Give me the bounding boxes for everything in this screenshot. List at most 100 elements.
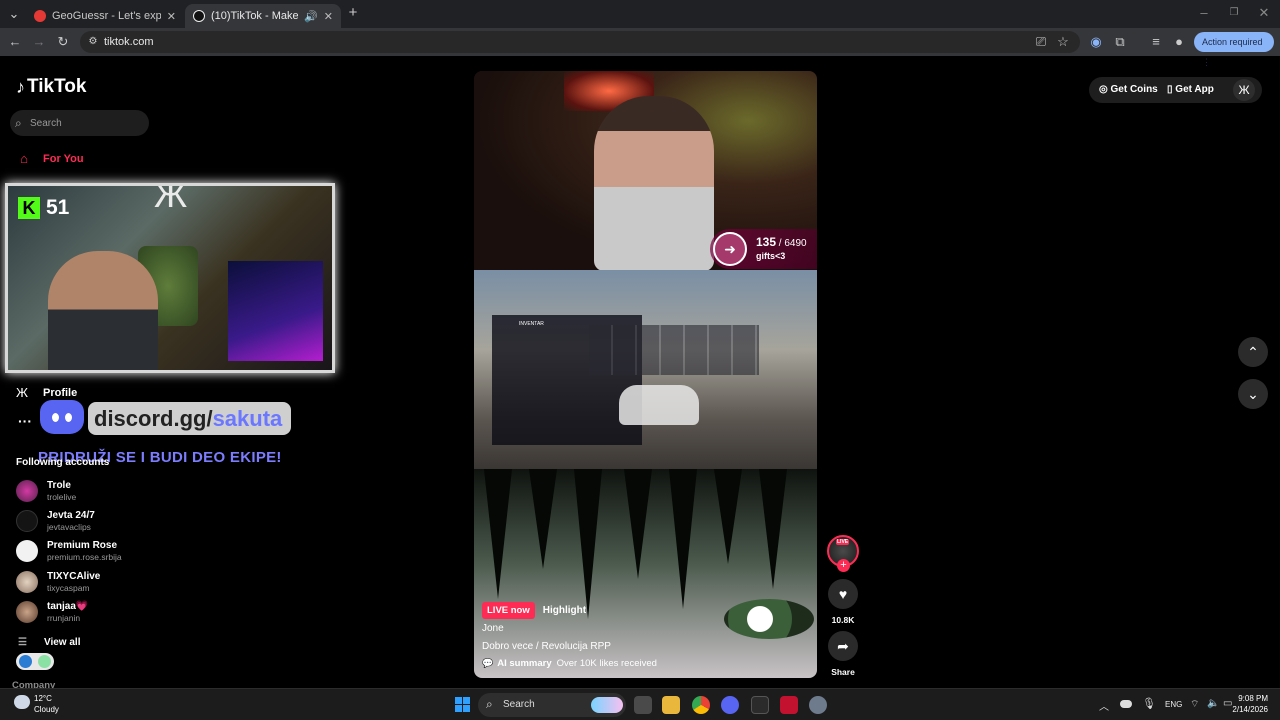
following-account[interactable]: TIXYCAlive tixycaspam <box>16 571 100 593</box>
discord-icon <box>40 400 84 434</box>
discord-app-icon[interactable] <box>721 696 739 714</box>
map-pin-icon <box>34 10 46 22</box>
weather-temperature[interactable]: 12°C <box>34 694 52 703</box>
video-game-panel: INVENTAR <box>474 270 817 469</box>
gift-total: / 6490 <box>776 238 807 249</box>
tab-tiktok[interactable]: (10)TikTok - Make Your Day 🔊 ✕ <box>185 4 341 28</box>
nav-for-you[interactable]: ⌂ For You <box>16 151 83 166</box>
avatar <box>16 540 38 562</box>
minimize-button[interactable]: – <box>1196 5 1212 21</box>
address-bar[interactable]: ⚙ tiktok.com <box>80 31 1080 53</box>
taskbar-search[interactable]: ⌕ Search <box>478 693 626 717</box>
profile-icon[interactable]: Ж <box>16 385 28 400</box>
chrome-icon[interactable] <box>692 696 710 714</box>
anime-hair-strand <box>624 469 652 579</box>
tiktok-icon <box>193 10 205 22</box>
tab-search-icon[interactable]: ⌄ <box>6 6 22 22</box>
gift-goal-count: 135 / 6490 <box>756 235 807 249</box>
follow-button[interactable]: + <box>837 559 850 572</box>
volume-icon[interactable]: 🔈 <box>1207 698 1219 709</box>
onedrive-icon[interactable] <box>1120 700 1132 708</box>
kick-viewer-count: 51 <box>46 196 70 219</box>
settings-gear-icon[interactable] <box>809 696 827 714</box>
video-author[interactable]: Jone <box>482 623 504 634</box>
input-language[interactable]: ENG <box>1165 700 1182 709</box>
tab-title: (10)TikTok - Make Your Day <box>211 10 299 22</box>
discord-link-banner: discord.gg/sakuta <box>88 402 291 435</box>
game-inventory-label: INVENTAR <box>519 321 544 327</box>
tab-geoguessr[interactable]: GeoGuessr - Let's explore the w ✕ <box>26 4 184 28</box>
close-icon[interactable]: ✕ <box>167 10 176 23</box>
app-icon[interactable] <box>751 696 769 714</box>
chevron-down-icon: ⌄ <box>1247 386 1259 402</box>
network-icon[interactable]: ⌔ <box>1190 698 1199 711</box>
live-video-player[interactable]: ➜ 135 / 6490 gifts<3 INVENTAR LIVE now H… <box>474 71 817 678</box>
highlight-label[interactable]: Highlight <box>543 605 586 616</box>
clock-date[interactable]: 2/14/2026 <box>1226 705 1268 714</box>
adobe-icon[interactable] <box>780 696 798 714</box>
tray-chevron-up-icon[interactable]: ︿ <box>1099 698 1109 713</box>
following-account[interactable]: Jevta 24/7 jevtavaclips <box>16 510 95 532</box>
gift-current: 135 <box>756 235 777 249</box>
close-icon[interactable]: ✕ <box>324 10 333 23</box>
following-account[interactable]: Trole trolelive <box>16 480 76 502</box>
chevron-up-icon: ⌃ <box>1247 344 1259 360</box>
search-box[interactable]: ⌕ <box>10 110 149 136</box>
following-account[interactable]: tanjaa💗 rrunjanin <box>16 601 88 623</box>
back-button[interactable]: ← <box>7 34 23 50</box>
account-name: tanjaa💗 <box>47 601 89 612</box>
file-explorer-icon[interactable] <box>662 696 680 714</box>
reload-button[interactable]: ↻ <box>55 34 71 50</box>
live-now-badge[interactable]: LIVE now <box>482 602 535 619</box>
bookmark-star-icon[interactable]: ☆ <box>1055 34 1071 50</box>
share-button[interactable]: ➦ <box>828 631 858 661</box>
get-coins-label: Get Coins <box>1110 84 1158 95</box>
following-account[interactable]: Premium Rose premium.rose.srbija <box>16 540 122 562</box>
maximize-button[interactable]: ❐ <box>1226 5 1242 21</box>
top-action-bar: ◎ Get Coins ▯ Get App Ж <box>1089 77 1262 103</box>
avatar <box>16 571 38 593</box>
extension-icon[interactable]: ◉ <box>1088 34 1104 50</box>
home-icon: ⌂ <box>20 151 28 166</box>
puzzle-icon[interactable]: ⧉ <box>1112 34 1128 50</box>
avatar[interactable]: ● <box>1171 34 1187 50</box>
site-info-icon[interactable]: ⚙ <box>85 34 101 50</box>
search-highlight-icon <box>591 697 623 713</box>
weather-description[interactable]: Cloudy <box>34 705 59 714</box>
next-video-button[interactable]: ⌄ <box>1238 379 1268 409</box>
search-input[interactable] <box>30 114 140 132</box>
mini-toggle[interactable] <box>16 653 54 670</box>
avatar <box>16 601 38 623</box>
webcam-overlay: K 51 Ж <box>5 183 335 373</box>
weather-cloud-icon[interactable] <box>14 695 30 709</box>
profile-avatar-button[interactable]: Ж <box>1233 79 1255 101</box>
like-button[interactable]: ♥ <box>828 579 858 609</box>
forward-button[interactable]: → <box>31 34 47 50</box>
media-control-icon[interactable]: ≡ <box>1148 34 1164 50</box>
clock-time[interactable]: 9:08 PM <box>1236 694 1268 703</box>
new-tab-button[interactable]: + <box>345 5 361 21</box>
following-title: Following accounts <box>16 457 110 468</box>
windows-start-icon[interactable] <box>455 697 470 712</box>
close-window-button[interactable]: ✕ <box>1256 5 1272 21</box>
chat-bubble-icon: 💬 <box>482 658 494 668</box>
gift-goal-label: gifts<3 <box>756 251 786 261</box>
game-car <box>619 385 699 425</box>
action-required-button[interactable]: Action required ⋮ <box>1194 32 1274 67</box>
task-view-icon[interactable] <box>634 696 652 714</box>
view-all-link[interactable]: ☰ View all <box>18 637 80 648</box>
nav-more[interactable]: ··· <box>18 413 32 429</box>
nav-profile[interactable]: Profile <box>43 387 77 399</box>
get-coins-button[interactable]: ◎ Get Coins <box>1099 84 1158 95</box>
get-app-button[interactable]: ▯ Get App <box>1167 84 1214 95</box>
microphone-icon[interactable]: 🎙 <box>1142 697 1156 710</box>
cast-icon[interactable]: ⎚ <box>1033 34 1049 50</box>
account-name: Trole <box>47 480 71 491</box>
ai-summary-row[interactable]: 💬 AI summary Over 10K likes received <box>482 658 657 669</box>
previous-video-button[interactable]: ⌃ <box>1238 337 1268 367</box>
play-icon <box>19 655 32 668</box>
phone-icon: ▯ <box>1167 84 1173 95</box>
speaker-icon[interactable]: 🔊 <box>304 10 318 23</box>
tiktok-logo[interactable]: ♪ TikTok <box>16 76 86 98</box>
live-tag: LIVE <box>836 539 850 545</box>
